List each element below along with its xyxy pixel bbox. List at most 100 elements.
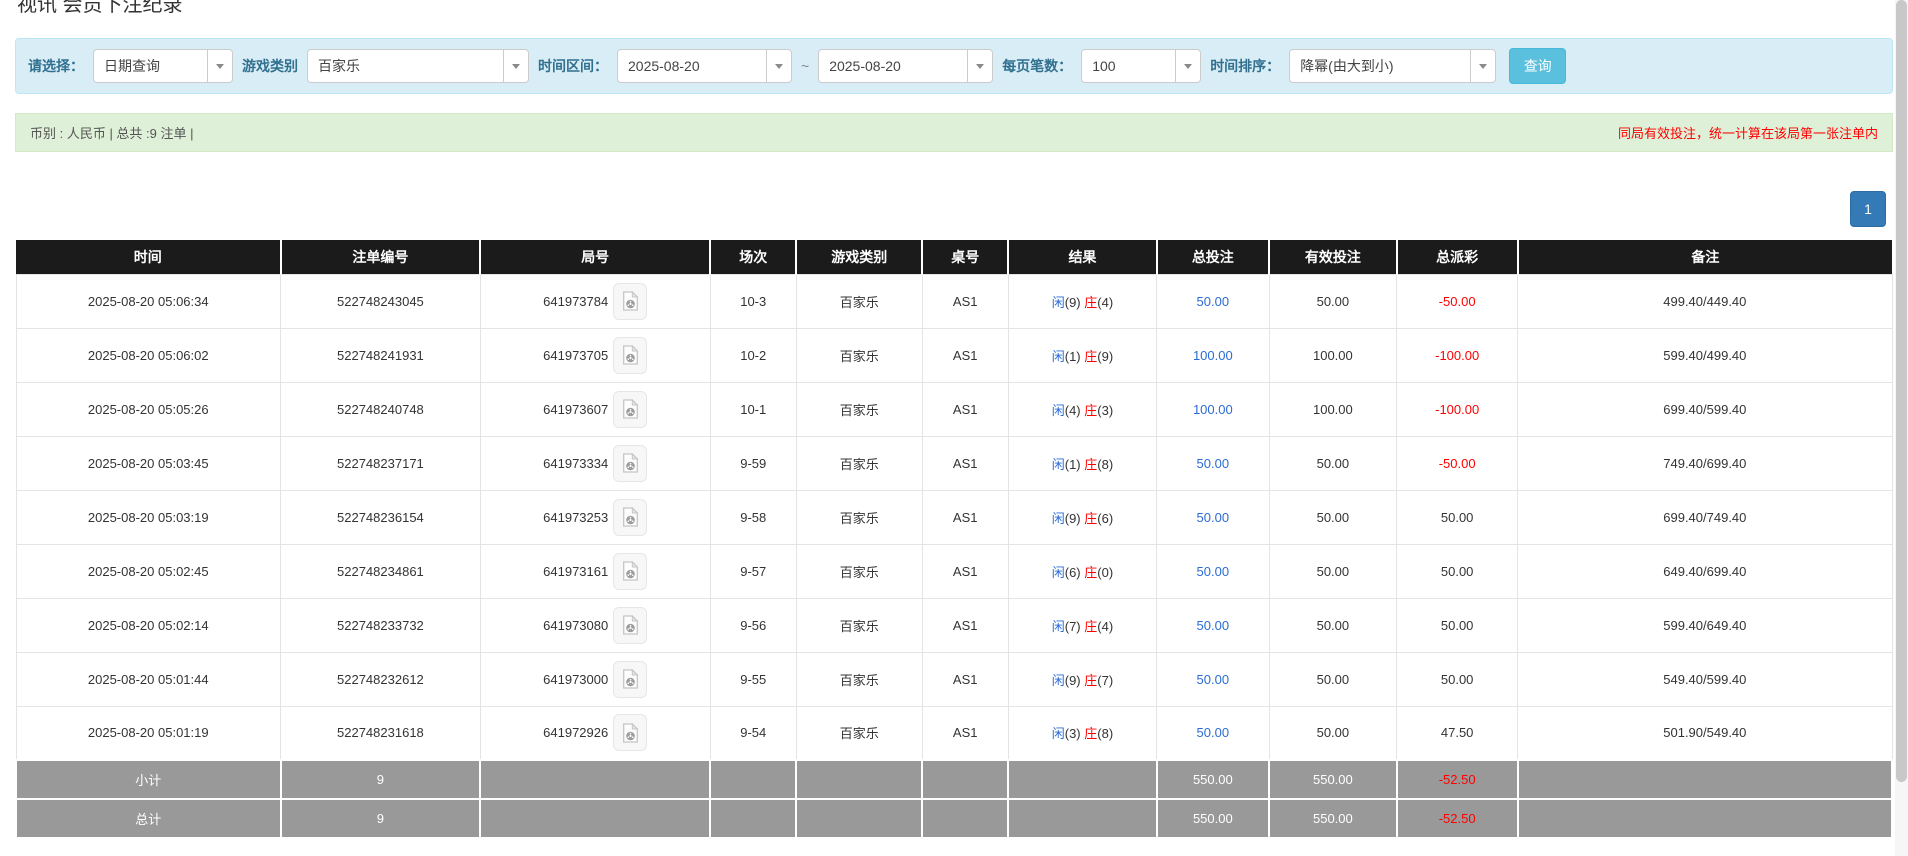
video-file-icon bbox=[622, 345, 639, 365]
result-banker-label: 庄 bbox=[1084, 349, 1097, 364]
date-range-separator: ~ bbox=[801, 58, 809, 74]
cell-time: 2025-08-20 05:05:26 bbox=[16, 382, 281, 436]
result-player-label: 闲 bbox=[1052, 349, 1065, 364]
total-bet-link[interactable]: 100.00 bbox=[1193, 348, 1233, 363]
table-footer: 小计 9 550.00 550.00 -52.50 总计 9 550.00 55… bbox=[16, 760, 1892, 838]
cell-payout: -100.00 bbox=[1397, 328, 1518, 382]
cell-table-number: AS1 bbox=[922, 544, 1008, 598]
footer-valid-bet: 550.00 bbox=[1269, 760, 1397, 799]
table-row: 2025-08-20 05:03:45 522748237171 6419733… bbox=[16, 436, 1892, 490]
cell-game-type: 百家乐 bbox=[796, 328, 922, 382]
cell-result: 闲(9) 庄(7) bbox=[1008, 652, 1156, 706]
cell-round: 641973000 bbox=[480, 652, 710, 706]
total-bet-link[interactable]: 50.00 bbox=[1197, 510, 1230, 525]
cell-game-type: 百家乐 bbox=[796, 544, 922, 598]
total-bet-link[interactable]: 50.00 bbox=[1197, 672, 1230, 687]
cell-valid-bet: 100.00 bbox=[1269, 382, 1397, 436]
game-type-select[interactable]: 百家乐 bbox=[307, 49, 529, 83]
cell-time: 2025-08-20 05:06:02 bbox=[16, 328, 281, 382]
cell-table-number: AS1 bbox=[922, 706, 1008, 760]
result-player-label: 闲 bbox=[1052, 457, 1065, 472]
cell-total-bet: 50.00 bbox=[1157, 706, 1270, 760]
sort-label: 时间排序： bbox=[1210, 56, 1280, 76]
result-player-label: 闲 bbox=[1052, 295, 1065, 310]
page-size-select[interactable]: 100 bbox=[1081, 49, 1201, 83]
result-banker-score: (9) bbox=[1097, 349, 1113, 364]
sort-value: 降幂(由大到小) bbox=[1290, 50, 1470, 82]
round-number: 641973161 bbox=[543, 564, 608, 579]
table-summary-row: 总计 9 550.00 550.00 -52.50 bbox=[16, 799, 1892, 838]
video-file-icon bbox=[622, 669, 639, 689]
video-file-icon bbox=[622, 615, 639, 635]
result-banker-score: (8) bbox=[1097, 457, 1113, 472]
query-type-label: 请选择： bbox=[28, 56, 84, 76]
cell-game-type: 百家乐 bbox=[796, 490, 922, 544]
video-replay-button[interactable] bbox=[613, 553, 647, 590]
table-header-row: 时间注单编号局号场次游戏类别桌号结果总投注有效投注总派彩备注 bbox=[16, 240, 1892, 274]
summary-notice: 同局有效投注，统一计算在该局第一张注单内 bbox=[1618, 123, 1878, 142]
cell-session: 9-55 bbox=[710, 652, 796, 706]
cell-valid-bet: 50.00 bbox=[1269, 652, 1397, 706]
video-replay-button[interactable] bbox=[613, 391, 647, 428]
cell-session: 9-58 bbox=[710, 490, 796, 544]
video-replay-button[interactable] bbox=[613, 499, 647, 536]
pagination-page-1-button[interactable]: 1 bbox=[1850, 191, 1886, 227]
footer-empty-cell bbox=[710, 799, 796, 838]
cell-remark: 599.40/499.40 bbox=[1518, 328, 1892, 382]
search-button[interactable]: 查询 bbox=[1509, 48, 1566, 84]
cell-round: 641973607 bbox=[480, 382, 710, 436]
cell-time: 2025-08-20 05:02:45 bbox=[16, 544, 281, 598]
total-bet-link[interactable]: 100.00 bbox=[1193, 402, 1233, 417]
query-type-select[interactable]: 日期查询 bbox=[93, 49, 233, 83]
video-replay-button[interactable] bbox=[613, 445, 647, 482]
footer-total-bet: 550.00 bbox=[1157, 760, 1270, 799]
result-player-label: 闲 bbox=[1052, 511, 1065, 526]
sort-select[interactable]: 降幂(由大到小) bbox=[1289, 49, 1496, 83]
total-bet-link[interactable]: 50.00 bbox=[1197, 294, 1230, 309]
date-to-select[interactable]: 2025-08-20 bbox=[818, 49, 993, 83]
cell-payout: -50.00 bbox=[1397, 274, 1518, 328]
table-row: 2025-08-20 05:03:19 522748236154 6419732… bbox=[16, 490, 1892, 544]
footer-count: 9 bbox=[281, 760, 481, 799]
cell-game-type: 百家乐 bbox=[796, 436, 922, 490]
footer-empty-cell bbox=[922, 760, 1008, 799]
result-player-score: (3) bbox=[1065, 726, 1081, 741]
video-file-icon bbox=[622, 723, 639, 743]
result-banker-label: 庄 bbox=[1084, 619, 1097, 634]
table-row: 2025-08-20 05:02:45 522748234861 6419731… bbox=[16, 544, 1892, 598]
video-replay-button[interactable] bbox=[613, 607, 647, 644]
footer-empty-cell bbox=[710, 760, 796, 799]
page-size-label: 每页笔数： bbox=[1002, 56, 1072, 76]
total-bet-link[interactable]: 50.00 bbox=[1197, 725, 1230, 740]
column-header: 总投注 bbox=[1157, 240, 1270, 274]
video-replay-button[interactable] bbox=[613, 337, 647, 374]
cell-total-bet: 50.00 bbox=[1157, 544, 1270, 598]
result-player-score: (7) bbox=[1065, 619, 1081, 634]
cell-bet-id: 522748231618 bbox=[281, 706, 481, 760]
result-banker-label: 庄 bbox=[1084, 511, 1097, 526]
round-number: 641973000 bbox=[543, 672, 608, 687]
footer-payout: -52.50 bbox=[1397, 799, 1518, 838]
page-title: 视讯 会员下注纪录 bbox=[17, 0, 1893, 16]
total-bet-link[interactable]: 50.00 bbox=[1197, 564, 1230, 579]
video-replay-button[interactable] bbox=[613, 661, 647, 698]
video-replay-button[interactable] bbox=[613, 283, 647, 320]
video-replay-button[interactable] bbox=[613, 714, 647, 751]
cell-payout: 50.00 bbox=[1397, 598, 1518, 652]
date-from-select[interactable]: 2025-08-20 bbox=[617, 49, 792, 83]
total-bet-link[interactable]: 50.00 bbox=[1197, 618, 1230, 633]
column-header: 桌号 bbox=[922, 240, 1008, 274]
cell-round: 641973161 bbox=[480, 544, 710, 598]
cell-bet-id: 522748234861 bbox=[281, 544, 481, 598]
scrollbar-thumb[interactable] bbox=[1896, 0, 1907, 782]
cell-round: 641973784 bbox=[480, 274, 710, 328]
cell-valid-bet: 50.00 bbox=[1269, 274, 1397, 328]
query-type-value: 日期查询 bbox=[94, 50, 207, 82]
result-player-label: 闲 bbox=[1052, 403, 1065, 418]
cell-round: 641972926 bbox=[480, 706, 710, 760]
total-bet-link[interactable]: 50.00 bbox=[1197, 456, 1230, 471]
cell-time: 2025-08-20 05:03:45 bbox=[16, 436, 281, 490]
cell-bet-id: 522748237171 bbox=[281, 436, 481, 490]
cell-table-number: AS1 bbox=[922, 652, 1008, 706]
vertical-scrollbar[interactable] bbox=[1895, 0, 1908, 856]
